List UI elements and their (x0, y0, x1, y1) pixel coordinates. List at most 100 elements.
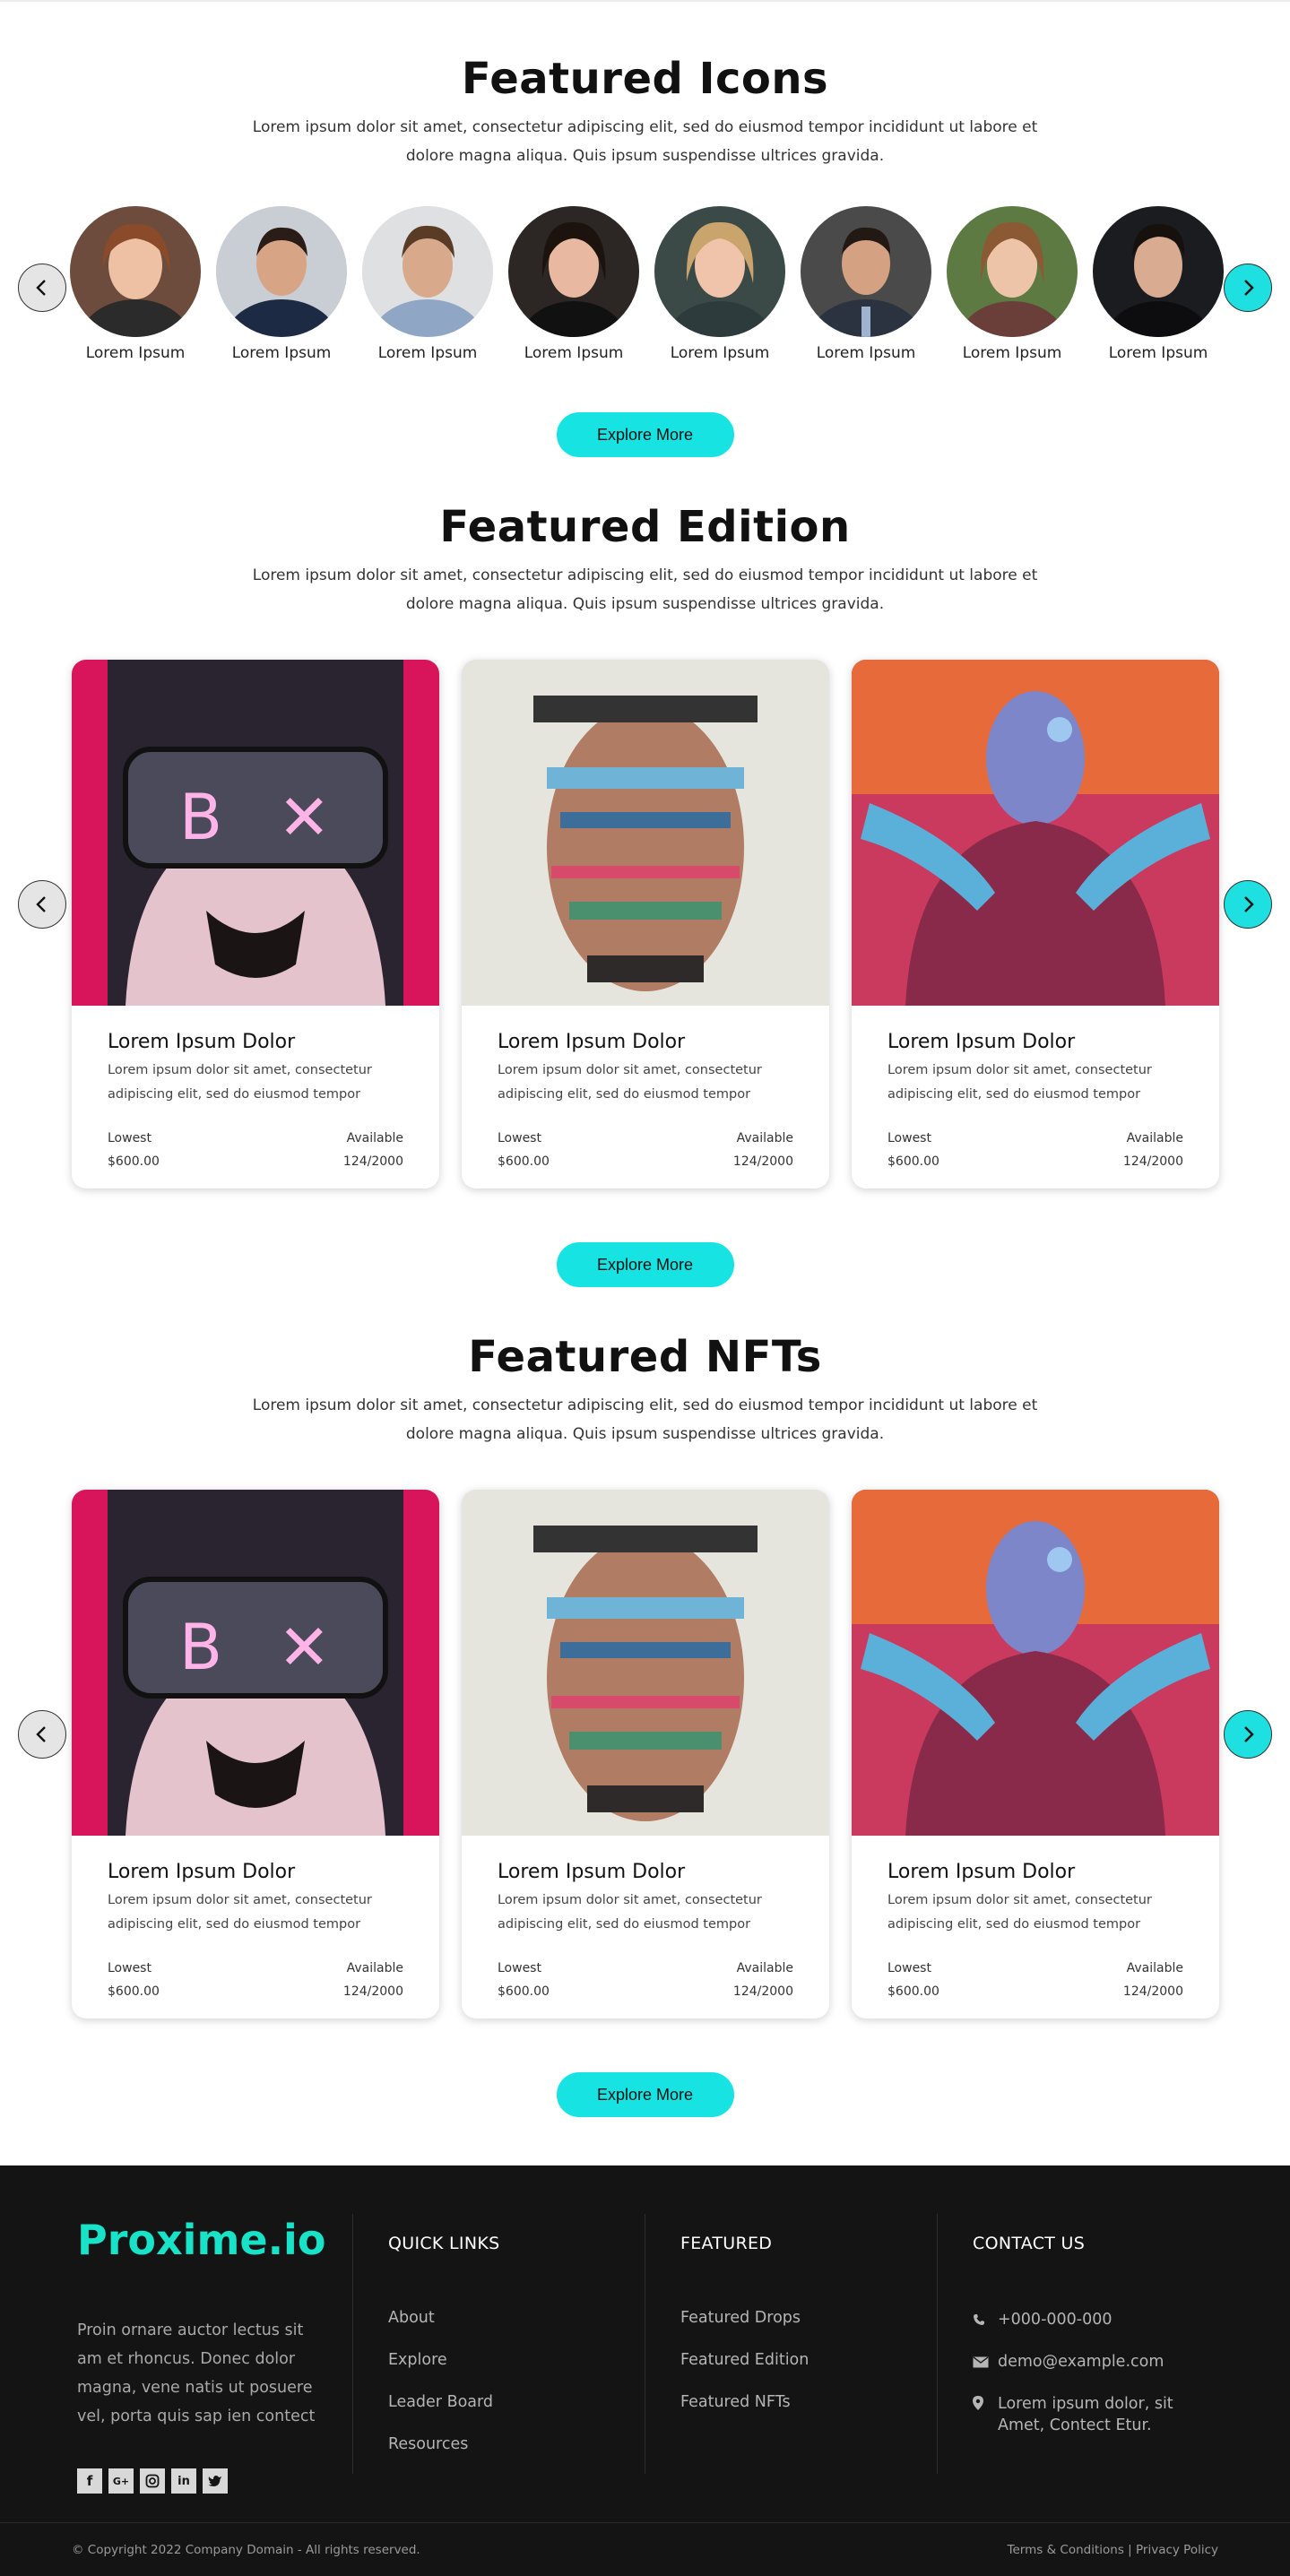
chevron-right-icon (1244, 1726, 1254, 1742)
available-count: 124/2000 (732, 1154, 793, 1169)
avatar (947, 206, 1078, 337)
available-count: 124/2000 (1122, 1154, 1183, 1169)
avatar (70, 206, 201, 337)
explore-more-button[interactable]: Explore More (556, 412, 734, 457)
lowest-price: $600.00 (498, 1154, 550, 1169)
carousel-prev-button[interactable] (18, 1710, 66, 1759)
svg-text:✕: ✕ (278, 1611, 331, 1684)
nft-card[interactable]: Lorem Ipsum Dolor Lorem ipsum dolor sit … (462, 1490, 829, 2018)
lowest-label: Lowest (887, 1131, 931, 1145)
section-description: Lorem ipsum dolor sit amet, consectetur … (252, 1396, 1038, 1443)
nft-artwork-glitch-face (462, 660, 829, 1006)
carousel-prev-button[interactable] (18, 264, 66, 312)
linkedin-icon[interactable]: in (171, 2468, 196, 2494)
avatar-name: Lorem Ipsum (962, 344, 1062, 362)
card-description: Lorem ipsum dolor sit amet, consectetur … (108, 1893, 372, 1932)
chevron-left-icon (36, 896, 46, 912)
nfts-carousel: B ✕ Lorem Ipsum Dolor Lorem ipsum dolor … (72, 1490, 1219, 2018)
footer-contact-column: CONTACT US +000-000-000 demo@example.com… (973, 2216, 1186, 2435)
footer-link-about[interactable]: About (388, 2309, 499, 2351)
lowest-label: Lowest (887, 1961, 931, 1975)
explore-more-button[interactable]: Explore More (556, 2072, 734, 2117)
avatar (801, 206, 931, 337)
featured-nfts-section: Featured NFTs Lorem ipsum dolor sit amet… (0, 1312, 1290, 2142)
contact-phone[interactable]: +000-000-000 (973, 2309, 1186, 2351)
avatar (216, 206, 347, 337)
svg-text:B: B (179, 781, 222, 854)
carousel-next-button[interactable] (1224, 880, 1272, 929)
featured-edition-section: Featured Edition Lorem ipsum dolor sit a… (0, 482, 1290, 1312)
icon-card[interactable]: Lorem Ipsum (70, 206, 201, 362)
location-pin-icon (973, 2393, 998, 2416)
carousel-next-button[interactable] (1224, 1710, 1272, 1759)
nft-artwork-cyborg-woman (852, 1490, 1219, 1836)
nft-card[interactable]: Lorem Ipsum Dolor Lorem ipsum dolor sit … (852, 1490, 1219, 2018)
contact-address-text: Lorem ipsum dolor, sit Amet, Contect Etu… (998, 2395, 1173, 2434)
card-description: Lorem ipsum dolor sit amet, consectetur … (887, 1893, 1152, 1932)
available-label: Available (736, 1961, 793, 1975)
card-title: Lorem Ipsum Dolor (887, 1861, 1076, 1883)
avatar-name: Lorem Ipsum (85, 344, 186, 362)
icon-card[interactable]: Lorem Ipsum (362, 206, 493, 362)
footer-link-featured-drops[interactable]: Featured Drops (680, 2309, 809, 2351)
explore-more-button[interactable]: Explore More (556, 1242, 734, 1287)
icon-card[interactable]: Lorem Ipsum (216, 206, 347, 362)
card-title: Lorem Ipsum Dolor (887, 1031, 1076, 1053)
lowest-label: Lowest (498, 1961, 541, 1975)
contact-phone-text: +000-000-000 (998, 2311, 1113, 2329)
svg-text:✕: ✕ (278, 781, 331, 854)
footer-link-featured-nfts[interactable]: Featured NFTs (680, 2393, 809, 2435)
card-title: Lorem Ipsum Dolor (108, 1031, 296, 1053)
available-label: Available (1126, 1131, 1183, 1145)
footer-brand-column: Proxime.io Proin ornare auctor lectus si… (77, 2216, 333, 2494)
nft-card[interactable]: Lorem Ipsum Dolor Lorem ipsum dolor sit … (852, 660, 1219, 1189)
icon-card[interactable]: Lorem Ipsum (801, 206, 931, 362)
footer-quick-links-column: QUICK LINKS About Explore Leader Board R… (388, 2216, 499, 2477)
carousel-next-button[interactable] (1224, 264, 1272, 312)
brand-logo[interactable]: Proxime.io (77, 2216, 333, 2264)
twitter-icon[interactable] (203, 2468, 228, 2494)
chevron-right-icon (1244, 896, 1254, 912)
available-label: Available (346, 1131, 403, 1145)
card-description: Lorem ipsum dolor sit amet, consectetur … (108, 1063, 372, 1102)
email-icon (973, 2351, 998, 2374)
nft-artwork-cyber-mask: B ✕ (72, 1490, 439, 1836)
nft-card[interactable]: B ✕ Lorem Ipsum Dolor Lorem ipsum dolor … (72, 660, 439, 1189)
available-count: 124/2000 (342, 1154, 403, 1169)
google-plus-icon[interactable]: G+ (108, 2468, 134, 2494)
available-count: 124/2000 (342, 1984, 403, 1999)
nft-artwork-cyber-mask: B ✕ (72, 660, 439, 1006)
carousel-prev-button[interactable] (18, 880, 66, 929)
contact-email[interactable]: demo@example.com (973, 2351, 1186, 2393)
facebook-icon[interactable]: f (77, 2468, 102, 2494)
footer-link-leader-board[interactable]: Leader Board (388, 2393, 499, 2435)
icon-card[interactable]: Lorem Ipsum (1093, 206, 1224, 362)
contact-email-text: demo@example.com (998, 2353, 1164, 2371)
footer-bottom-bar: © Copyright 2022 Company Domain - All ri… (0, 2522, 1290, 2576)
avatar (362, 206, 493, 337)
svg-text:B: B (179, 1611, 222, 1684)
footer-link-explore[interactable]: Explore (388, 2351, 499, 2393)
card-description: Lorem ipsum dolor sit amet, consectetur … (498, 1893, 762, 1932)
avatar-name: Lorem Ipsum (524, 344, 624, 362)
site-footer: Proxime.io Proin ornare auctor lectus si… (0, 2165, 1290, 2576)
icon-card[interactable]: Lorem Ipsum (508, 206, 639, 362)
nft-artwork-glitch-face (462, 1490, 829, 1836)
avatar-name: Lorem Ipsum (816, 344, 916, 362)
icon-card[interactable]: Lorem Ipsum (654, 206, 785, 362)
available-label: Available (346, 1961, 403, 1975)
instagram-icon[interactable] (140, 2468, 165, 2494)
footer-link-featured-edition[interactable]: Featured Edition (680, 2351, 809, 2393)
nft-card[interactable]: Lorem Ipsum Dolor Lorem ipsum dolor sit … (462, 660, 829, 1189)
icon-card[interactable]: Lorem Ipsum (947, 206, 1078, 362)
section-description: Lorem ipsum dolor sit amet, consectetur … (252, 566, 1038, 613)
footer-divider (937, 2214, 938, 2474)
legal-links[interactable]: Terms & Conditions | Privacy Policy (1008, 2543, 1218, 2557)
nft-card[interactable]: B ✕ Lorem Ipsum Dolor Lorem ipsum dolor … (72, 1490, 439, 2018)
footer-link-resources[interactable]: Resources (388, 2435, 499, 2477)
available-label: Available (736, 1131, 793, 1145)
lowest-price: $600.00 (498, 1984, 550, 1999)
lowest-label: Lowest (108, 1961, 152, 1975)
avatar-name: Lorem Ipsum (377, 344, 478, 362)
avatar-name: Lorem Ipsum (670, 344, 770, 362)
